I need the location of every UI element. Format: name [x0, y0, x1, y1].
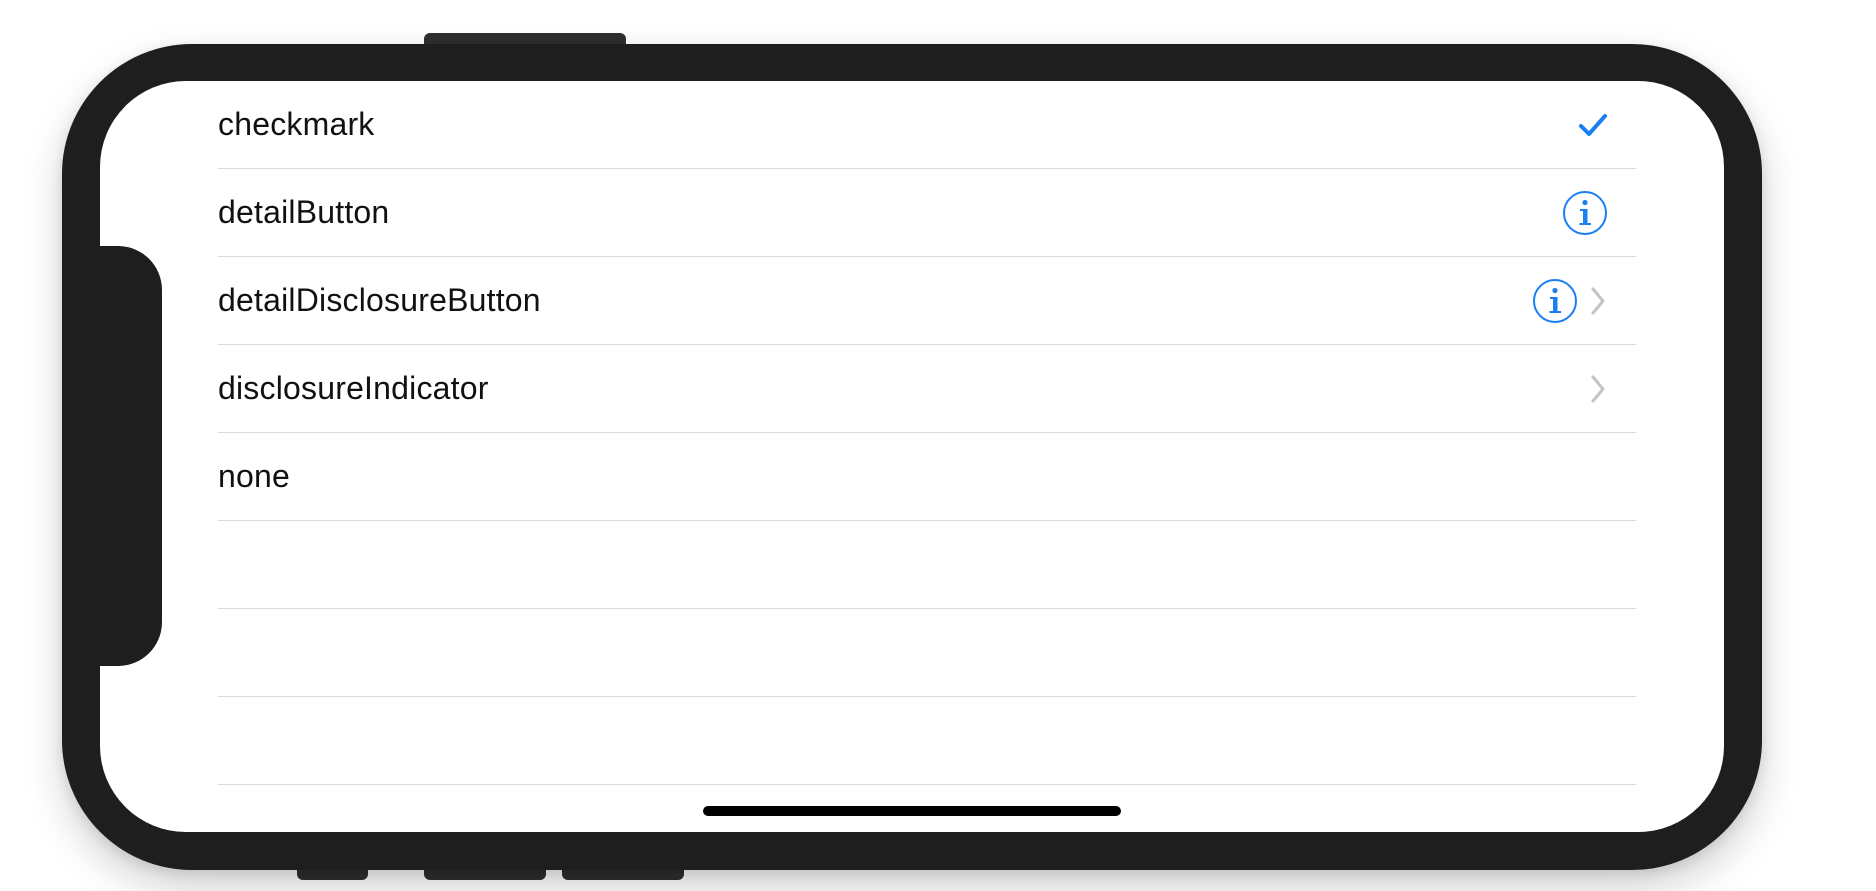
empty-row — [218, 697, 1636, 785]
chevron-right-icon — [1588, 373, 1608, 405]
table-row-detail-button[interactable]: detailButton — [218, 169, 1636, 257]
sensor-notch — [100, 246, 162, 666]
home-indicator[interactable] — [703, 806, 1121, 816]
table-row-checkmark[interactable]: checkmark — [218, 81, 1636, 169]
table-row-none[interactable]: none — [218, 433, 1636, 521]
row-accessory — [1578, 81, 1608, 168]
row-accessory — [1562, 169, 1608, 256]
row-label: checkmark — [218, 106, 375, 142]
empty-row — [218, 521, 1636, 609]
table-row-detail-disclosure-button[interactable]: detailDisclosureButton — [218, 257, 1636, 345]
chevron-right-icon — [1588, 285, 1608, 317]
info-icon[interactable] — [1532, 278, 1578, 324]
row-label: none — [218, 458, 290, 494]
accessory-table-view: checkmark detailButton detailDisclosureB… — [218, 81, 1636, 785]
table-row-disclosure-indicator[interactable]: disclosureIndicator — [218, 345, 1636, 433]
empty-row — [218, 609, 1636, 697]
simulator-stage: checkmark detailButton detailDisclosureB… — [0, 0, 1876, 891]
row-label: detailButton — [218, 194, 390, 230]
row-accessory — [1532, 257, 1608, 344]
info-icon[interactable] — [1562, 190, 1608, 236]
row-label: detailDisclosureButton — [218, 282, 541, 318]
row-label: disclosureIndicator — [218, 370, 489, 406]
row-accessory — [1588, 345, 1608, 432]
checkmark-icon — [1578, 112, 1608, 138]
